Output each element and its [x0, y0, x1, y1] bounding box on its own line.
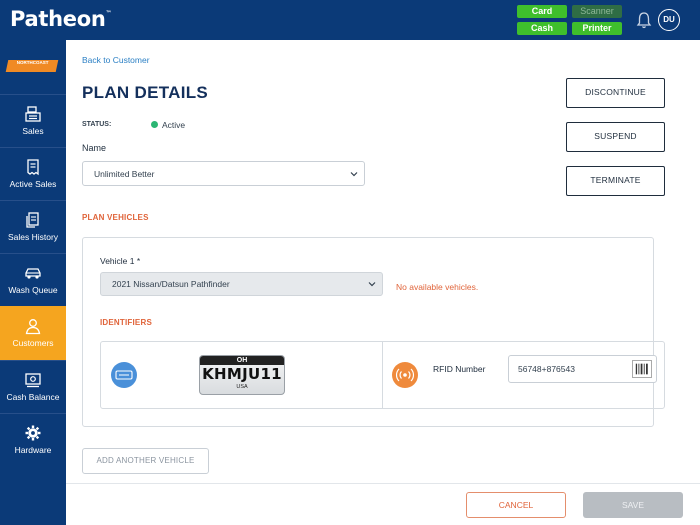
sidebar-item-sales[interactable]: Sales — [0, 94, 66, 147]
identifier-divider — [382, 342, 383, 408]
sidebar-item-label: Hardware — [14, 445, 52, 455]
back-to-customer-link[interactable]: Back to Customer — [82, 55, 150, 65]
vehicle-panel: Vehicle 1 * 2021 Nissan/Datsun Pathfinde… — [82, 237, 665, 427]
plate-country: USA — [236, 384, 248, 390]
sidebar-item-sales-history[interactable]: Sales History — [0, 200, 66, 253]
sidebar-item-customers[interactable]: Customers — [0, 306, 66, 360]
register-icon — [25, 106, 41, 122]
chevron-down-icon — [350, 171, 358, 176]
sidebar-item-label: Customers — [12, 338, 54, 348]
sidebar: NORTHCOAST Sales Active Sales Sales Hist… — [0, 40, 66, 525]
sidebar-item-label: Sales — [22, 126, 44, 136]
plan-name-select[interactable]: Unlimited Better — [82, 161, 365, 186]
plan-name-value: Unlimited Better — [94, 168, 155, 179]
user-icon — [25, 319, 41, 335]
barcode-scan-icon[interactable] — [632, 360, 652, 378]
gear-icon — [25, 425, 41, 441]
identifiers-header: IDENTIFIERS — [100, 318, 152, 327]
sidebar-item-label: Active Sales — [9, 179, 57, 189]
sidebar-item-label: Sales History — [7, 232, 59, 242]
plate-state: OH — [200, 356, 284, 365]
status-label: STATUS: — [82, 121, 112, 128]
scanner-status-pill[interactable]: Scanner — [572, 5, 622, 18]
site-badge: NORTHCOAST — [5, 60, 59, 72]
vehicle-select[interactable]: 2021 Nissan/Datsun Pathfinder — [100, 272, 383, 296]
cash-icon — [25, 373, 41, 388]
license-plate-icon — [111, 362, 137, 388]
plate-number: KHMJU11 — [202, 365, 282, 383]
card-status-pill[interactable]: Card — [517, 5, 567, 18]
save-button[interactable]: SAVE — [583, 492, 683, 518]
rfid-value: 56748+876543 — [518, 364, 575, 374]
rfid-number-input[interactable]: 56748+876543 — [508, 355, 657, 383]
rfid-icon — [392, 362, 418, 388]
discontinue-button[interactable]: DISCONTINUE — [566, 78, 665, 108]
rfid-label: RFID Number — [433, 364, 486, 374]
vehicle-value: 2021 Nissan/Datsun Pathfinder — [112, 279, 230, 289]
app-logo: Patheon™ — [10, 7, 112, 31]
suspend-button[interactable]: SUSPEND — [566, 122, 665, 152]
name-label: Name — [82, 143, 107, 153]
vehicle-label: Vehicle 1 * — [100, 256, 141, 266]
sidebar-item-hardware[interactable]: Hardware — [0, 413, 66, 466]
footer-bar: CANCEL SAVE — [66, 483, 700, 525]
sidebar-item-label: Wash Queue — [8, 285, 58, 295]
main-content: Back to Customer PLAN DETAILS STATUS: Ac… — [66, 40, 700, 525]
plan-vehicles-header: PLAN VEHICLES — [82, 213, 149, 222]
terminate-button[interactable]: TERMINATE — [566, 166, 665, 196]
cancel-button[interactable]: CANCEL — [466, 492, 566, 518]
history-icon — [26, 212, 39, 228]
cash-status-pill[interactable]: Cash — [517, 22, 567, 35]
receipt-icon — [27, 159, 39, 176]
add-another-vehicle-button[interactable]: ADD ANOTHER VEHICLE — [82, 448, 209, 474]
sidebar-item-label: Cash Balance — [6, 392, 60, 402]
printer-status-pill[interactable]: Printer — [572, 22, 622, 35]
license-plate: OH KHMJU11 USA — [199, 355, 285, 395]
user-avatar[interactable]: DU — [658, 9, 680, 31]
no-available-vehicles-warning: No available vehicles. — [396, 282, 479, 292]
status-value: Active — [162, 120, 186, 130]
identifiers-box: OH KHMJU11 USA RFID Number 56748+876543 — [100, 341, 665, 409]
sidebar-item-active-sales[interactable]: Active Sales — [0, 147, 66, 200]
status-dot-icon — [151, 121, 158, 128]
car-icon — [25, 268, 41, 279]
sidebar-item-cash-balance[interactable]: Cash Balance — [0, 360, 66, 413]
sidebar-item-wash-queue[interactable]: Wash Queue — [0, 253, 66, 306]
bell-icon[interactable] — [636, 11, 652, 29]
page-title: PLAN DETAILS — [82, 83, 209, 102]
top-bar: Patheon™ Card Scanner Cash Printer DU — [0, 0, 700, 40]
chevron-down-icon — [368, 282, 376, 287]
